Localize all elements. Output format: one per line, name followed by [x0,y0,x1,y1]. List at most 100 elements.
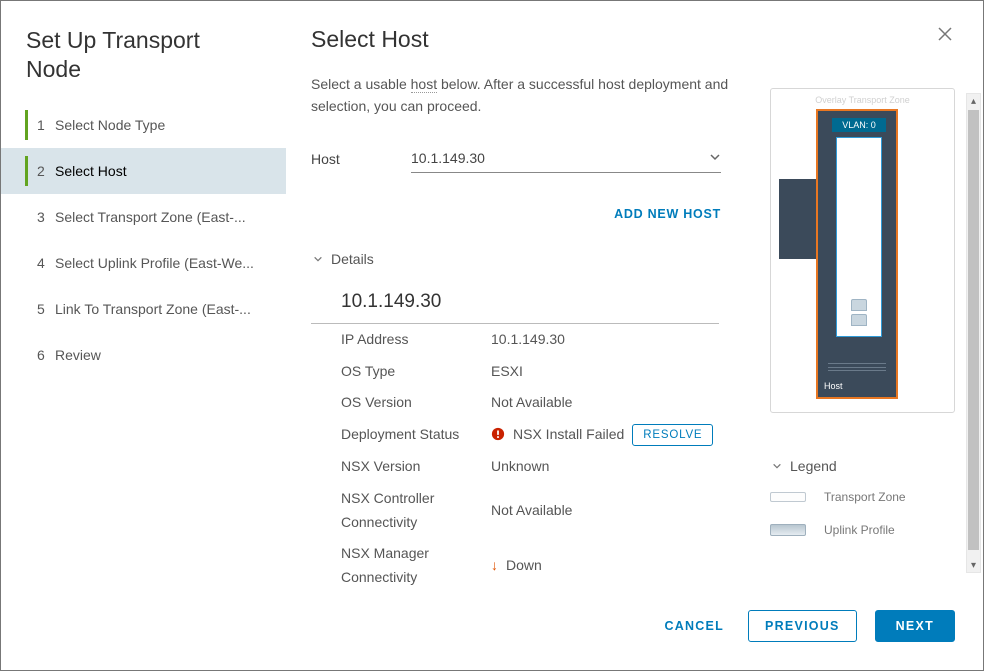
step-review[interactable]: 6 Review [1,332,286,378]
page-description: Select a usable host below. After a succ… [311,73,741,118]
main-header: Select Host [311,26,983,53]
kv-ostype: OS Type ESXI [311,356,719,388]
step-select-node-type[interactable]: 1 Select Node Type [1,102,286,148]
host-field-label: Host [311,151,411,167]
step-select-transport-zone[interactable]: 3 Select Transport Zone (East-... [1,194,286,240]
step-num: 4 [37,255,55,271]
diagram-side-slab [779,179,819,259]
add-new-host-link[interactable]: ADD NEW HOST [614,207,721,221]
scrollbar-thumb[interactable] [968,110,979,550]
kv-deployment-status: Deployment Status NSX Install Failed RES… [311,419,719,451]
step-select-host[interactable]: 2 Select Host [1,148,286,194]
chevron-down-icon [709,150,721,166]
kv-key: Deployment Status [341,423,491,447]
tz-label: Overlay Transport Zone [771,95,954,105]
step-select-uplink-profile[interactable]: 4 Select Uplink Profile (East-We... [1,240,286,286]
step-num: 1 [37,117,55,133]
desc-hostword: host [411,76,437,93]
step-label: Review [55,347,101,363]
kv-nsx-version: NSX Version Unknown [311,451,719,483]
kv-key: OS Type [341,360,491,384]
step-num: 3 [37,209,55,225]
kv-key: OS Version [341,391,491,415]
kv-val: Unknown [491,455,719,479]
resolve-button[interactable]: RESOLVE [632,424,713,446]
topology-diagram: Overlay Transport Zone VLAN: 0 [770,88,955,413]
host-select-value: 10.1.149.30 [411,150,485,166]
content-column: Select a usable host below. After a succ… [311,53,770,600]
kv-val: NSX Install Failed RESOLVE [491,423,719,447]
nic-icon [851,314,867,326]
wizard-title: Set Up Transport Node [1,26,286,102]
kv-val: ↓ Down [491,542,719,590]
wizard-steps: 1 Select Node Type 2 Select Host 3 Selec… [1,102,286,378]
diagram-inner [836,137,882,337]
details-label: Details [331,251,374,267]
diagram-column: Overlay Transport Zone VLAN: 0 [770,53,955,600]
kv-val: Not Available [491,391,719,415]
cancel-button[interactable]: CANCEL [658,611,730,641]
wizard-dialog: Set Up Transport Node 1 Select Node Type… [0,0,984,671]
diagram-nubs [837,299,881,326]
add-host-row: ADD NEW HOST [311,207,721,221]
kv-val: ESXI [491,360,719,384]
diagram-lines [828,363,886,371]
step-num: 6 [37,347,55,363]
legend-swatch-icon [770,524,806,536]
step-link-to-transport-zone[interactable]: 5 Link To Transport Zone (East-... [1,286,286,332]
kv-ip: IP Address 10.1.149.30 [311,324,719,356]
dialog-body: Set Up Transport Node 1 Select Node Type… [1,1,983,600]
step-label: Select Transport Zone (East-... [55,209,246,225]
legend-swatch-icon [770,492,806,502]
step-label: Select Uplink Profile (East-We... [55,255,254,271]
next-button[interactable]: NEXT [875,610,955,642]
details-section: Details 10.1.149.30 IP Address 10.1.149.… [311,251,719,594]
kv-val: 10.1.149.30 [491,328,719,352]
step-label: Select Host [55,163,127,179]
kv-key: NSX Version [341,455,491,479]
details-hostname: 10.1.149.30 [311,291,719,324]
kv-osver: OS Version Not Available [311,387,719,419]
legend-item-uplink-profile: Uplink Profile [770,522,955,539]
scroll-up-icon[interactable]: ▴ [967,94,980,108]
kv-key: NSX Manager Connectivity [341,542,491,590]
down-arrow-icon: ↓ [491,554,498,578]
legend-toggle[interactable]: Legend [770,458,955,474]
details-toggle[interactable]: Details [311,251,719,267]
nsx-manager-conn-text: Down [506,554,542,578]
step-num: 5 [37,301,55,317]
kv-key: NSX Controller Connectivity [341,487,491,535]
host-field-row: Host 10.1.149.30 [311,146,721,173]
legend-title: Legend [790,458,837,474]
desc-pre: Select a usable [311,76,411,92]
scroll-down-icon[interactable]: ▾ [967,558,980,572]
scrollbar[interactable]: ▴ ▾ [966,93,981,573]
legend-items: Transport Zone Uplink Profile [770,489,955,539]
diagram-host-caption: Host [820,381,843,391]
kv-key: IP Address [341,328,491,352]
deployment-status-text: NSX Install Failed [513,423,624,447]
previous-button[interactable]: PREVIOUS [748,610,857,642]
dialog-footer: CANCEL PREVIOUS NEXT [1,600,983,670]
legend-item-transport-zone: Transport Zone [770,489,955,506]
chevron-down-icon [770,461,784,471]
host-select[interactable]: 10.1.149.30 [411,146,721,173]
page-title: Select Host [311,26,937,53]
kv-nsx-controller-connectivity: NSX Controller Connectivity Not Availabl… [311,483,719,539]
step-label: Select Node Type [55,117,165,133]
vlan-chip: VLAN: 0 [832,118,886,132]
wizard-sidebar: Set Up Transport Node 1 Select Node Type… [1,1,286,600]
error-icon [491,423,505,447]
chevron-down-icon [311,254,325,264]
nic-icon [851,299,867,311]
legend-section: Legend Transport Zone Uplink Profile [770,458,955,539]
kv-val: Not Available [491,487,719,535]
content-scroll: Select a usable host below. After a succ… [311,53,983,600]
close-icon[interactable] [937,26,953,46]
legend-text: Uplink Profile [824,522,895,539]
kv-nsx-manager-connectivity: NSX Manager Connectivity ↓ Down [311,538,719,594]
step-num: 2 [37,163,55,179]
main-panel: Select Host Select a usable host below. … [286,1,983,600]
diagram-host: VLAN: 0 Host [816,109,898,399]
step-label: Link To Transport Zone (East-... [55,301,251,317]
